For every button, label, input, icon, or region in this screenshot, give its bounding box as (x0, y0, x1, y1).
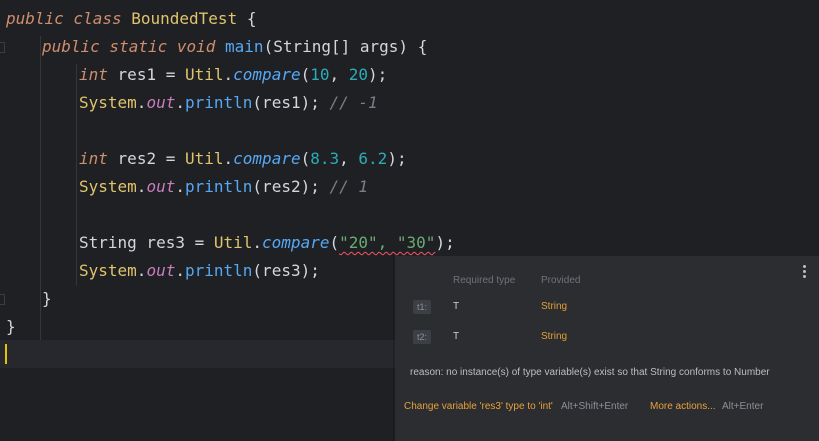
error-tooltip-popup[interactable]: Required type Provided t1: T String t2: … (395, 256, 819, 441)
more-actions-shortcut: Alt+Enter (722, 401, 764, 412)
dot-token: . (175, 177, 185, 196)
quick-fix-bar: Change variable 'res3' type to 'int' Alt… (395, 393, 819, 441)
required-type-value: T (453, 331, 460, 342)
class-ref-token: System (79, 93, 137, 112)
field-token: out (146, 261, 176, 280)
brace-token: { (417, 37, 428, 56)
class-ref-token: System (79, 261, 137, 280)
brace-token: { (246, 9, 257, 28)
dot-token: . (136, 177, 147, 196)
more-actions-link[interactable]: More actions... (650, 401, 716, 412)
text-caret (5, 344, 7, 364)
error-string-args[interactable]: "20", "30" (339, 233, 435, 252)
number-token: 10 (310, 65, 330, 84)
indent-guide (40, 36, 41, 340)
class-ref-token: System (79, 177, 137, 196)
class-name-token: BoundedTest (131, 9, 238, 28)
fold-marker[interactable] (0, 294, 5, 305)
dot-token: . (175, 93, 185, 112)
code-line-12[interactable]: } (6, 313, 16, 341)
brace-token: } (6, 317, 16, 336)
static-method-token: compare (233, 65, 301, 84)
class-ref-token: Util (184, 65, 224, 84)
dot-token: . (136, 93, 147, 112)
paren-token: ); (435, 233, 455, 252)
method-name-token: println (184, 93, 253, 112)
comma-token: , (339, 149, 359, 168)
static-method-token: compare (262, 233, 330, 252)
comma-token: , (329, 65, 349, 84)
required-type-value: T (453, 301, 460, 312)
method-name-token: println (184, 177, 253, 196)
code-line-4[interactable]: System.out.println(res1); // -1 (79, 89, 378, 117)
code-line-6[interactable]: int res2 = Util.compare(8.3, 6.2); (79, 145, 407, 173)
static-method-token: compare (233, 149, 301, 168)
number-token: 20 (348, 65, 369, 84)
code-line-9[interactable]: String res3 = Util.compare("20", "30"); (79, 229, 455, 257)
type-param-chip: t1: (413, 300, 431, 314)
type-param-chip: t2: (413, 330, 431, 344)
comment-token: // 1 (329, 177, 369, 196)
code-line-1[interactable]: public class BoundedTest { (6, 5, 256, 33)
args-token: (res3); (252, 261, 320, 280)
paren-token: ); (387, 149, 407, 168)
code-line-11[interactable]: } (42, 285, 52, 313)
keyword-token: public class (6, 9, 122, 28)
assign-token: res1 = (117, 65, 185, 84)
dot-token: . (136, 261, 147, 280)
comment-token: // -1 (329, 93, 378, 112)
provided-header: Provided (541, 275, 581, 286)
fold-marker[interactable] (0, 42, 5, 53)
keyword-token: public static void (42, 37, 216, 56)
assign-token: res2 = (117, 149, 185, 168)
dot-token: . (223, 65, 234, 84)
paren-token: ); (368, 65, 388, 84)
assign-token: res3 = (136, 233, 214, 252)
number-token: 6.2 (358, 149, 388, 168)
number-token: 8.3 (310, 149, 340, 168)
paren-token: ( (300, 65, 311, 84)
code-line-7[interactable]: System.out.println(res2); // 1 (79, 173, 368, 201)
args-token: (res1); (252, 93, 320, 112)
dot-token: . (175, 261, 185, 280)
args-token: (res2); (252, 177, 320, 196)
change-type-action[interactable]: Change variable 'res3' type to 'int' (404, 401, 553, 412)
code-editor[interactable]: public class BoundedTest { public static… (0, 0, 819, 441)
code-line-10[interactable]: System.out.println(res3); (79, 257, 320, 285)
change-type-shortcut: Alt+Shift+Enter (561, 401, 629, 412)
brace-token: } (42, 289, 52, 308)
required-type-header: Required type (453, 275, 516, 286)
error-reason-text: reason: no instance(s) of type variable(… (410, 367, 770, 378)
dot-token: . (252, 233, 263, 252)
type-token: int (79, 149, 108, 168)
method-name-token: println (184, 261, 253, 280)
field-token: out (146, 177, 176, 196)
provided-type-value: String (541, 331, 568, 342)
method-name-token: main (225, 37, 264, 56)
type-token: String (79, 233, 137, 252)
indent-guide (76, 64, 77, 286)
params-token: (String[] args) (263, 37, 409, 56)
paren-token: ( (329, 233, 340, 252)
class-ref-token: Util (184, 149, 224, 168)
field-token: out (146, 93, 176, 112)
code-line-2[interactable]: public static void main(String[] args) { (42, 33, 427, 61)
type-token: int (79, 65, 108, 84)
provided-type-value: String (541, 301, 568, 312)
code-line-3[interactable]: int res1 = Util.compare(10, 20); (79, 61, 387, 89)
class-ref-token: Util (213, 233, 253, 252)
more-options-icon[interactable] (803, 265, 807, 280)
paren-token: ( (300, 149, 311, 168)
dot-token: . (223, 149, 234, 168)
